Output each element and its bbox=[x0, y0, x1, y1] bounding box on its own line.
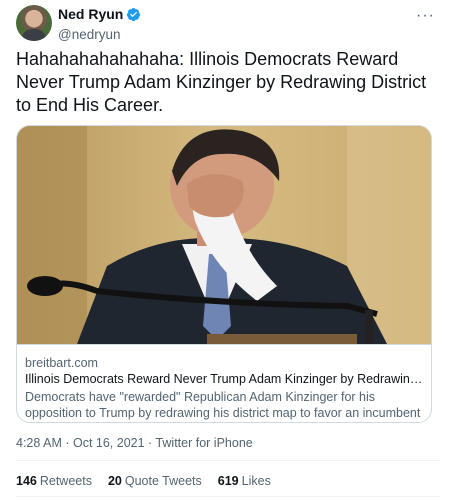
tweet-stats: 146 Retweets 20 Quote Tweets 619 Likes bbox=[16, 474, 271, 488]
likes-label: Likes bbox=[241, 474, 271, 488]
tweet-header: Ned Ryun @nedryun ··· bbox=[16, 5, 439, 45]
retweets-label: Retweets bbox=[39, 474, 92, 488]
meta-separator: · bbox=[144, 436, 156, 450]
retweets-count: 146 bbox=[16, 474, 37, 488]
user-handle[interactable]: @nedryun bbox=[58, 27, 141, 42]
tweet-meta: 4:28 AM · Oct 16, 2021 · Twitter for iPh… bbox=[16, 436, 253, 450]
link-card[interactable]: breitbart.com Illinois Democrats Reward … bbox=[16, 125, 432, 423]
author-block: Ned Ryun @nedryun bbox=[58, 5, 141, 42]
divider bbox=[16, 460, 441, 461]
card-image bbox=[17, 126, 431, 344]
avatar[interactable] bbox=[16, 5, 52, 41]
card-title: Illinois Democrats Reward Never Trump Ad… bbox=[25, 372, 425, 386]
likes-count: 619 bbox=[217, 474, 239, 488]
tweet: Ned Ryun @nedryun ··· Hahahahahahahaha: … bbox=[0, 0, 455, 500]
tweet-text: Hahahahahahahaha: Illinois Democrats Rew… bbox=[16, 49, 427, 115]
meta-separator: · bbox=[61, 436, 73, 450]
divider bbox=[16, 496, 441, 497]
quotes-count: 20 bbox=[107, 474, 122, 488]
tweet-source[interactable]: Twitter for iPhone bbox=[155, 436, 252, 450]
likes-stat[interactable]: 619 Likes bbox=[218, 474, 271, 488]
card-domain: breitbart.com bbox=[25, 356, 98, 370]
tweet-date[interactable]: Oct 16, 2021 bbox=[73, 436, 145, 450]
card-description: Democrats have "rewarded" Republican Ada… bbox=[25, 390, 421, 420]
verified-badge-icon bbox=[127, 7, 141, 21]
quotes-label: Quote Tweets bbox=[124, 474, 202, 488]
quote-tweets-stat[interactable]: 20 Quote Tweets bbox=[108, 474, 202, 488]
display-name[interactable]: Ned Ryun bbox=[58, 6, 123, 22]
card-body: breitbart.com Illinois Democrats Reward … bbox=[17, 344, 431, 422]
tweet-time[interactable]: 4:28 AM bbox=[16, 436, 62, 450]
more-options-icon[interactable]: ··· bbox=[416, 7, 435, 25]
retweets-stat[interactable]: 146 Retweets bbox=[16, 474, 92, 488]
